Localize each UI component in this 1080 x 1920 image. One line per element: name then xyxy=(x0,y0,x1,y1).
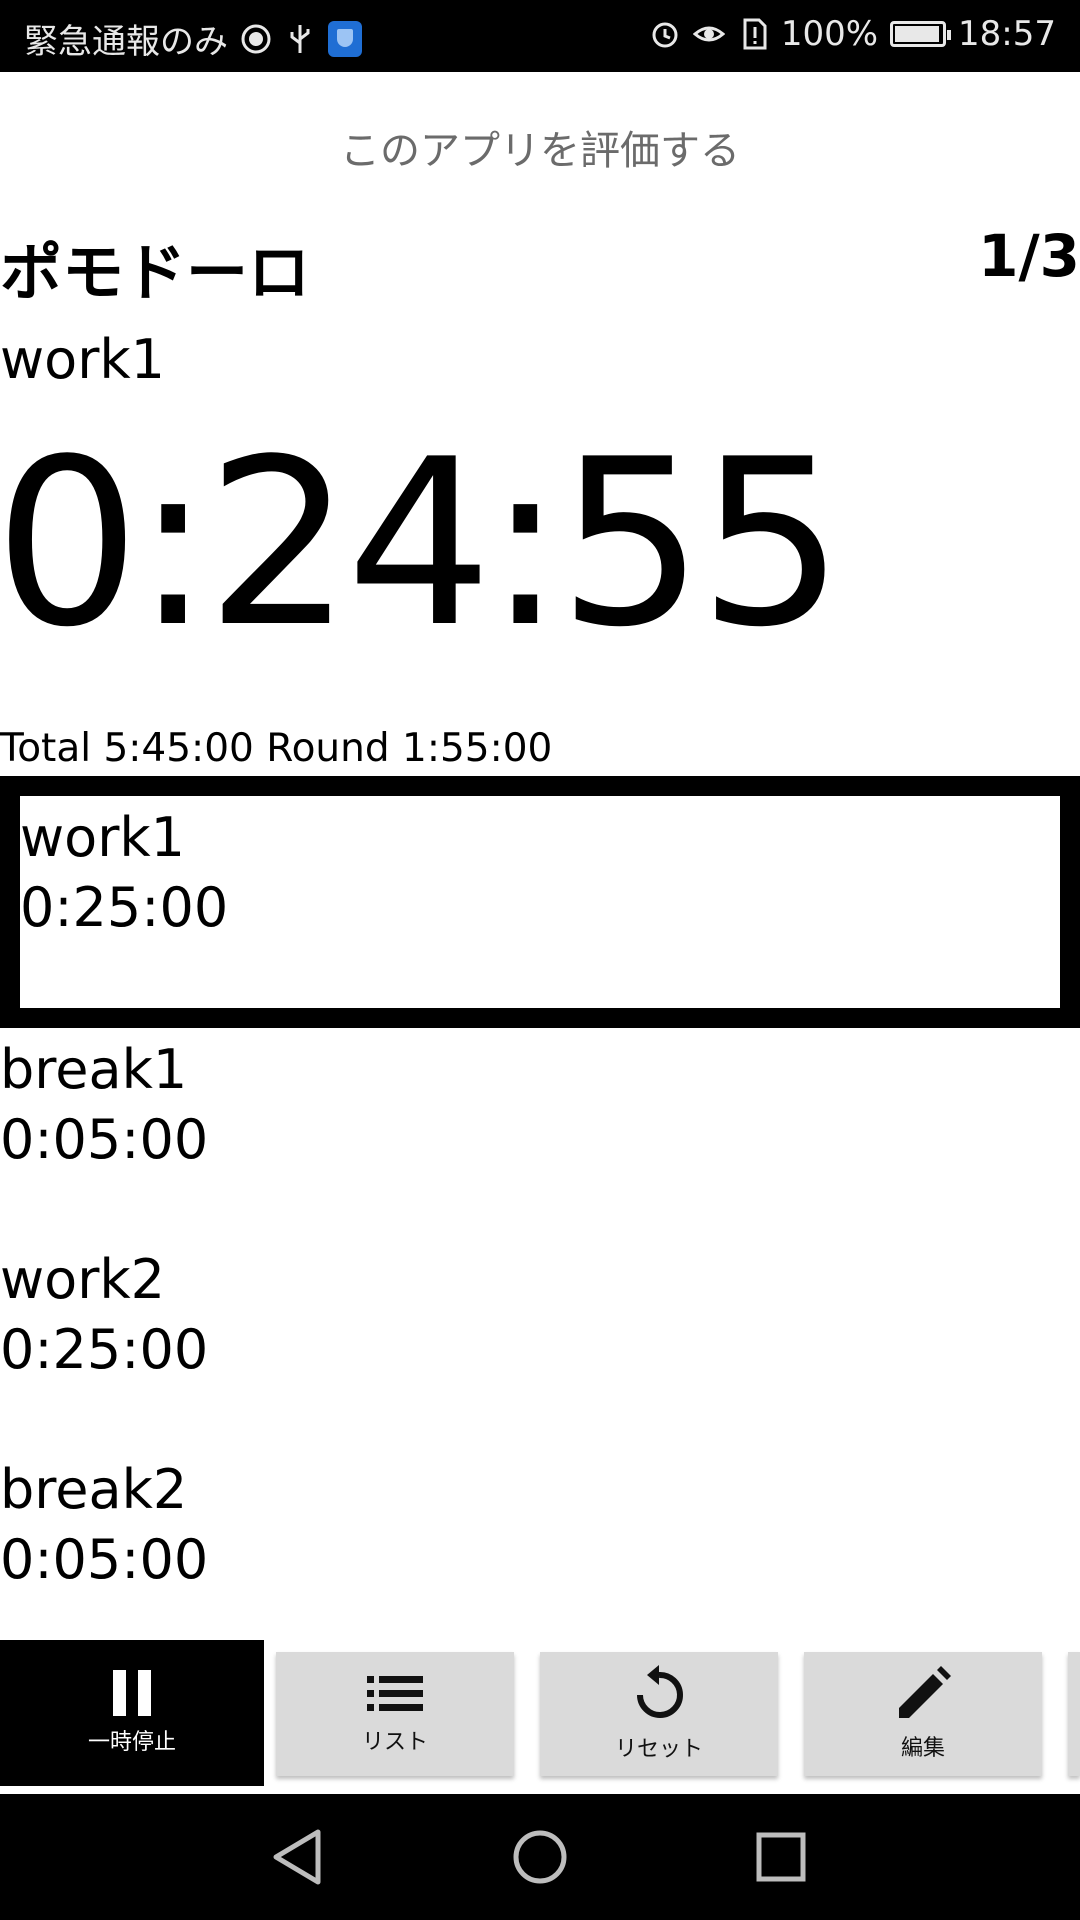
list-item[interactable]: work2 0:25:00 xyxy=(0,1238,1080,1448)
recents-icon[interactable] xyxy=(748,1824,814,1890)
shield-icon xyxy=(328,20,362,57)
step-list: work1 0:25:00 break1 0:05:00 work2 0:25:… xyxy=(0,776,1080,1658)
edit-label: 編集 xyxy=(900,1736,945,1761)
list-label: リスト xyxy=(361,1730,428,1755)
bottom-toolbar: 一時停止 リスト リセット 編集 xyxy=(0,1640,1080,1790)
status-bar-left: 緊急通報のみ xyxy=(24,14,362,63)
list-icon xyxy=(367,1676,423,1711)
step-duration: 0:25:00 xyxy=(20,876,229,939)
data-saver-icon xyxy=(241,24,271,53)
pause-button[interactable]: 一時停止 xyxy=(0,1640,264,1786)
list-item[interactable]: break2 0:05:00 xyxy=(0,1448,1080,1658)
totals-text: Total 5:45:00 Round 1:55:00 xyxy=(0,726,553,771)
list-button[interactable]: リスト xyxy=(276,1652,514,1776)
step-name: work1 xyxy=(20,806,186,869)
step-duration: 0:25:00 xyxy=(0,1318,209,1381)
round-counter: 1/3 xyxy=(978,222,1080,290)
reset-button[interactable]: リセット xyxy=(540,1652,778,1776)
battery-percent: 100% xyxy=(780,14,879,54)
eye-icon xyxy=(692,26,725,42)
status-bar-right: 100% 18:57 xyxy=(649,14,1056,54)
status-bar: 緊急通報のみ 100% 18:57 xyxy=(0,0,1080,72)
carrier-text: 緊急通報のみ xyxy=(24,22,228,62)
list-item[interactable]: break1 0:05:00 xyxy=(0,1028,1080,1238)
back-icon[interactable] xyxy=(266,1824,332,1890)
reset-icon xyxy=(637,1665,683,1718)
step-name: break2 xyxy=(0,1458,188,1521)
page-title: ポモドーロ xyxy=(0,236,311,309)
current-step-name: work1 xyxy=(0,328,166,391)
clock: 18:57 xyxy=(958,14,1056,54)
system-nav-bar xyxy=(0,1794,1080,1920)
usb-icon xyxy=(290,24,310,53)
step-duration: 0:05:00 xyxy=(0,1108,209,1171)
pause-label: 一時停止 xyxy=(87,1730,176,1755)
rate-app-link[interactable]: このアプリを評価する xyxy=(0,118,1080,176)
step-duration: 0:05:00 xyxy=(0,1528,209,1591)
battery-charging-icon xyxy=(890,21,952,47)
step-name: work2 xyxy=(0,1248,166,1311)
alarm-icon xyxy=(652,22,678,48)
pencil-icon xyxy=(899,1666,951,1718)
home-icon[interactable] xyxy=(507,1824,573,1890)
more-button-partial[interactable] xyxy=(1068,1652,1080,1776)
sim-alert-icon xyxy=(743,18,767,50)
title-row: ポモドーロ 1/3 xyxy=(0,222,1080,309)
step-name: break1 xyxy=(0,1038,188,1101)
pause-icon xyxy=(111,1670,153,1716)
reset-label: リセット xyxy=(614,1737,703,1762)
list-item[interactable]: work1 0:25:00 xyxy=(0,776,1080,1028)
countdown-timer: 0:24:55 xyxy=(0,411,845,678)
edit-button[interactable]: 編集 xyxy=(804,1652,1042,1776)
